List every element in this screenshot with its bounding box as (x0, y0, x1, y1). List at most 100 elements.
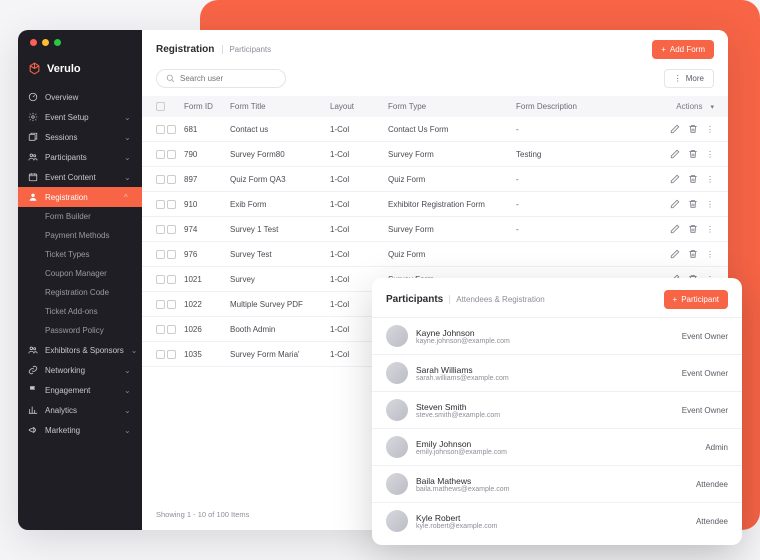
cell-form-title: Exib Form (230, 200, 330, 209)
table-row: 790Survey Form801-ColSurvey FormTesting⋮ (142, 142, 728, 167)
sidebar-subitem-password-policy[interactable]: Password Policy (18, 321, 142, 340)
search-input-wrapper[interactable] (156, 69, 286, 88)
cell-form-type: Exhibitor Registration Form (388, 200, 516, 209)
row-checkbox[interactable] (156, 350, 165, 359)
window-traffic-lights (18, 30, 61, 54)
col-form-desc[interactable]: Form Description (516, 102, 606, 111)
participant-row[interactable]: Kayne Johnsonkayne.johnson@example.comEv… (372, 317, 742, 354)
row-checkbox[interactable] (167, 225, 176, 234)
cell-form-id: 976 (184, 250, 230, 259)
sidebar-subitem-coupon-manager[interactable]: Coupon Manager (18, 264, 142, 283)
more-dots-icon[interactable]: ⋮ (706, 175, 714, 184)
participant-name: Steven Smith (416, 402, 500, 412)
row-checkbox[interactable] (167, 350, 176, 359)
select-all-checkbox[interactable] (156, 102, 184, 111)
col-form-title[interactable]: Form Title (230, 102, 330, 111)
sidebar-item-engagement[interactable]: Engagement⌄ (18, 380, 142, 400)
trash-icon[interactable] (688, 249, 698, 259)
maximize-window-icon[interactable] (54, 39, 61, 46)
trash-icon[interactable] (688, 199, 698, 209)
col-form-type[interactable]: Form Type (388, 102, 516, 111)
close-window-icon[interactable] (30, 39, 37, 46)
edit-icon[interactable] (670, 149, 680, 159)
edit-icon[interactable] (670, 199, 680, 209)
row-checkbox[interactable] (156, 250, 165, 259)
col-layout[interactable]: Layout (330, 102, 388, 111)
row-checkbox[interactable] (156, 300, 165, 309)
sidebar-subitem-payment-methods[interactable]: Payment Methods (18, 226, 142, 245)
row-checkbox[interactable] (156, 275, 165, 284)
sidebar-subitem-registration-code[interactable]: Registration Code (18, 283, 142, 302)
participants-panel: Participants Attendees & Registration + … (372, 278, 742, 545)
search-input[interactable] (180, 74, 276, 83)
sidebar-item-event-content[interactable]: Event Content⌄ (18, 167, 142, 187)
cell-form-title: Survey Form Maria' (230, 350, 330, 359)
col-form-id[interactable]: Form ID (184, 102, 230, 111)
cell-form-id: 1022 (184, 300, 230, 309)
sidebar-item-analytics[interactable]: Analytics⌄ (18, 400, 142, 420)
add-participant-button[interactable]: + Participant (664, 290, 728, 309)
participant-info: Emily Johnsonemily.johnson@example.com (416, 439, 507, 456)
trash-icon[interactable] (688, 224, 698, 234)
edit-icon[interactable] (670, 249, 680, 259)
sidebar-item-sessions[interactable]: Sessions⌄ (18, 127, 142, 147)
row-checkbox[interactable] (156, 125, 165, 134)
more-dots-icon[interactable]: ⋮ (706, 150, 714, 159)
sidebar-item-marketing[interactable]: Marketing⌄ (18, 420, 142, 440)
more-dots-icon[interactable]: ⋮ (706, 250, 714, 259)
sidebar-item-overview[interactable]: Overview (18, 87, 142, 107)
sidebar-item-event-setup[interactable]: Event Setup⌄ (18, 107, 142, 127)
page-title: Registration (156, 44, 214, 55)
sidebar-item-networking[interactable]: Networking⌄ (18, 360, 142, 380)
minimize-window-icon[interactable] (42, 39, 49, 46)
cell-form-id: 1021 (184, 275, 230, 284)
edit-icon[interactable] (670, 124, 680, 134)
row-checkbox[interactable] (156, 200, 165, 209)
participant-row[interactable]: Sarah Williamssarah.williams@example.com… (372, 354, 742, 391)
row-checkbox[interactable] (167, 175, 176, 184)
more-dots-icon[interactable]: ⋮ (706, 125, 714, 134)
sidebar-item-label: Event Setup (45, 113, 117, 122)
participant-row[interactable]: Baila Mathewsbaila.mathews@example.comAt… (372, 465, 742, 502)
row-checkbox[interactable] (156, 175, 165, 184)
sidebar-subitem-form-builder[interactable]: Form Builder (18, 207, 142, 226)
row-checkbox[interactable] (167, 150, 176, 159)
more-dots-icon[interactable]: ⋮ (706, 200, 714, 209)
chevron-down-icon[interactable]: ▾ (710, 103, 714, 111)
edit-icon[interactable] (670, 174, 680, 184)
row-checkbox[interactable] (167, 300, 176, 309)
row-checkbox[interactable] (167, 125, 176, 134)
pagination-info: Showing 1 - 10 of 100 Items (156, 510, 249, 519)
chevron-down-icon: ⌄ (124, 426, 132, 434)
row-checkbox[interactable] (156, 325, 165, 334)
row-checkbox[interactable] (167, 250, 176, 259)
row-checkbox[interactable] (167, 325, 176, 334)
edit-icon[interactable] (670, 224, 680, 234)
sidebar-item-registration[interactable]: Registration^ (18, 187, 142, 207)
cell-form-id: 897 (184, 175, 230, 184)
add-form-button[interactable]: + Add Form (652, 40, 714, 59)
chevron-up-icon: ^ (124, 193, 132, 201)
table-header: Form ID Form Title Layout Form Type Form… (142, 96, 728, 117)
sidebar-subitem-ticket-add-ons[interactable]: Ticket Add-ons (18, 302, 142, 321)
row-checkbox[interactable] (167, 200, 176, 209)
row-checkbox[interactable] (156, 150, 165, 159)
add-participant-label: Participant (681, 295, 719, 304)
participant-row[interactable]: Emily Johnsonemily.johnson@example.comAd… (372, 428, 742, 465)
row-checkbox[interactable] (156, 225, 165, 234)
more-button[interactable]: ⋮ More (664, 69, 714, 88)
participant-row[interactable]: Steven Smithsteve.smith@example.comEvent… (372, 391, 742, 428)
sidebar-subitem-ticket-types[interactable]: Ticket Types (18, 245, 142, 264)
participants-header: Participants Attendees & Registration + … (372, 288, 742, 317)
search-icon (166, 74, 175, 83)
sidebar-item-participants[interactable]: Participants⌄ (18, 147, 142, 167)
sidebar-item-label: Analytics (45, 406, 117, 415)
row-checkbox[interactable] (167, 275, 176, 284)
sidebar-item-exhibitors-sponsors[interactable]: Exhibitors & Sponsors⌄ (18, 340, 142, 360)
trash-icon[interactable] (688, 149, 698, 159)
cell-layout: 1-Col (330, 175, 388, 184)
trash-icon[interactable] (688, 174, 698, 184)
more-dots-icon[interactable]: ⋮ (706, 225, 714, 234)
trash-icon[interactable] (688, 124, 698, 134)
participant-row[interactable]: Kyle Robertkyle.robert@example.comAttend… (372, 502, 742, 539)
